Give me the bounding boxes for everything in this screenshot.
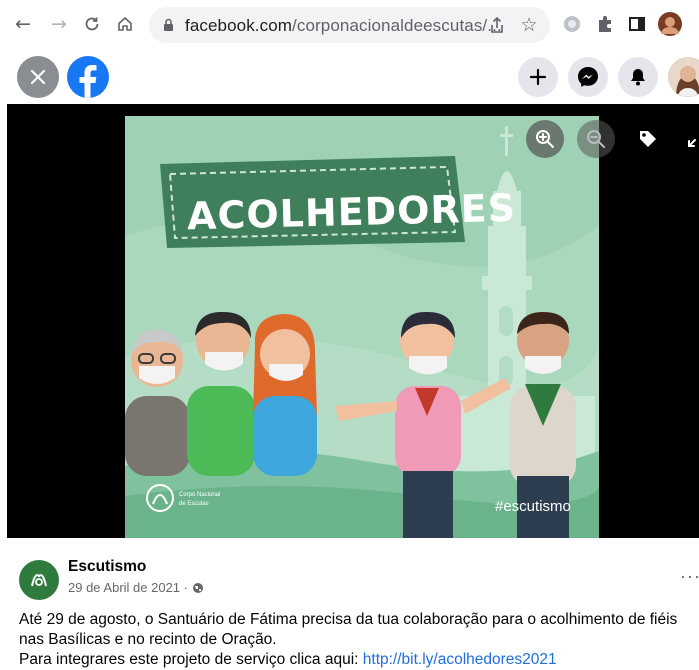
url-domain: facebook.com (185, 16, 293, 35)
post-text: Até 29 de agosto, o Santuário de Fátima … (19, 610, 699, 670)
zoom-in-icon (536, 130, 554, 148)
plus-icon (529, 68, 547, 86)
post-text-line: Para integrares este projeto de serviço … (19, 650, 699, 670)
person-red-hair (253, 314, 317, 476)
notifications-button[interactable] (618, 57, 658, 97)
post-text-prefix: Para integrares este projeto de serviço … (19, 651, 363, 668)
hashtag-text: #escutismo (495, 498, 571, 515)
logo-text-line2: de Escutas (179, 501, 209, 507)
acolhedores-illustration: ACOLHEDORES Corpo Nacional de Escutas #e… (125, 116, 599, 538)
back-icon[interactable]: ← (11, 12, 35, 36)
user-photo-icon (668, 57, 699, 97)
zoom-in-button[interactable] (526, 120, 564, 158)
facebook-logo[interactable] (67, 56, 109, 98)
side-panel-icon[interactable] (625, 12, 649, 36)
zoom-out-button[interactable] (577, 120, 615, 158)
address-bar[interactable]: facebook.com/corponacionaldeescutas/... … (149, 7, 550, 43)
forward-icon[interactable]: → (47, 12, 71, 36)
close-viewer-button[interactable] (17, 56, 59, 98)
share-icon[interactable] (485, 13, 509, 37)
post-card: Escutismo 29 de Abril de 2021 · ··· Até … (0, 538, 699, 668)
page-avatar[interactable] (19, 560, 59, 600)
bell-icon (631, 69, 645, 86)
profile-avatar-icon[interactable] (658, 12, 682, 36)
reload-icon[interactable] (80, 12, 104, 36)
scouts-emblem-icon (24, 565, 54, 595)
messenger-button[interactable] (568, 57, 608, 97)
url-path: /corponacionaldeescutas/... (292, 16, 502, 35)
person-green-shirt (187, 311, 255, 476)
extension-globe-icon[interactable] (560, 12, 584, 36)
browser-toolbar: ← → facebook.com/corponacionaldeescutas/… (0, 0, 699, 52)
close-icon (30, 69, 46, 85)
expand-button[interactable] (677, 120, 699, 158)
post-link[interactable]: http://bit.ly/acolhedores2021 (363, 651, 557, 668)
globe-icon (192, 582, 203, 593)
photo-viewer: ACOLHEDORES Corpo Nacional de Escutas #e… (7, 104, 699, 538)
person-older-man (125, 329, 190, 476)
tag-photo-button[interactable] (629, 120, 667, 158)
puzzle-icon[interactable] (593, 12, 617, 36)
home-icon[interactable] (113, 12, 137, 36)
star-icon[interactable]: ☆ (517, 13, 541, 37)
zoom-out-icon (587, 130, 605, 148)
messenger-icon (578, 67, 598, 87)
facebook-f-icon (79, 65, 97, 98)
create-button[interactable] (518, 57, 558, 97)
post-date[interactable]: 29 de Abril de 2021 · (68, 580, 188, 595)
account-avatar[interactable] (668, 57, 699, 97)
url-text: facebook.com/corponacionaldeescutas/... (185, 16, 502, 36)
expand-icon (688, 139, 696, 147)
facebook-header (0, 52, 699, 104)
post-text-line: Até 29 de agosto, o Santuário de Fátima … (19, 611, 678, 628)
page-name[interactable]: Escutismo (68, 558, 146, 576)
lock-icon (164, 18, 173, 31)
banner-text: ACOLHEDORES (187, 186, 517, 239)
post-photo[interactable]: ACOLHEDORES Corpo Nacional de Escutas #e… (125, 116, 599, 538)
post-text-line: nas Basílicas e no recinto de Oração. (19, 631, 277, 648)
post-options-button[interactable]: ··· (680, 566, 699, 587)
tag-icon (640, 131, 656, 147)
logo-text-line1: Corpo Nacional (179, 492, 220, 498)
post-meta: 29 de Abril de 2021 · (68, 580, 204, 595)
